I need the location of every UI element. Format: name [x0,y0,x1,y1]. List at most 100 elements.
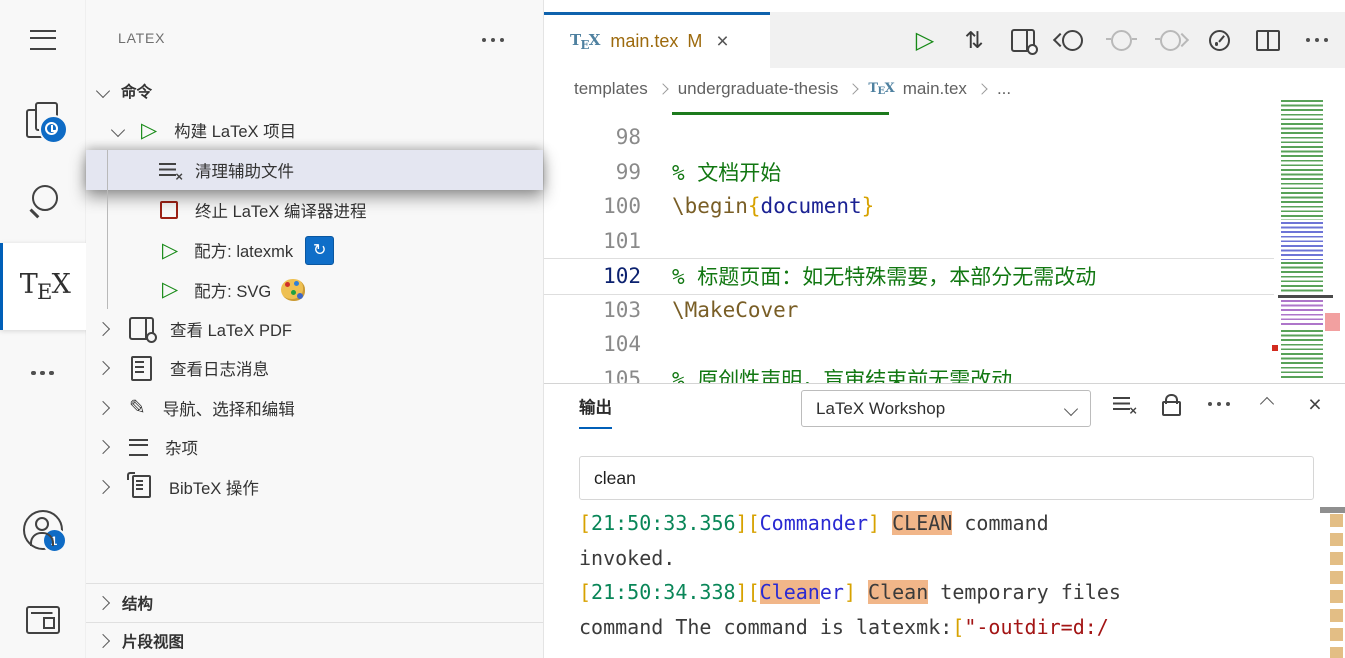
ellipsis-icon [40,371,45,376]
tree-section-commands[interactable]: 命令 [86,76,543,106]
output-channel-value: LaTeX Workshop [816,399,945,419]
tab-modified-badge: M [687,31,702,52]
play-icon: ▷ [162,240,178,261]
tree-item-view-latex-pdf[interactable]: 查看 LaTeX PDF [86,309,543,348]
sidebar-title: LATEX [118,30,165,46]
back-button[interactable] [1060,28,1084,52]
chevron-right-icon [96,400,110,414]
tree-item-build-project[interactable]: ▷ 构建 LaTeX 项目 [86,110,543,150]
clear-output-button[interactable] [1111,392,1135,416]
panel-actions: × [1111,392,1327,416]
editor-group: TEX main.tex M × ▷ ⇅ templates undergrad… [544,0,1345,658]
minimap-code-block [1281,262,1323,292]
chevron-right-icon [96,479,110,493]
more-actions-button[interactable] [1305,28,1329,52]
minimap-red-marker [1272,345,1278,351]
tree-item-bibtex-actions[interactable]: BibTeX 操作 [86,467,543,506]
tree-item-miscellaneous[interactable]: 杂项 [86,427,543,467]
breadcrumb-templates[interactable]: templates [574,79,648,99]
minimap-viewport-indicator[interactable] [1278,295,1333,298]
view-pdf-button[interactable] [1011,28,1035,52]
ellipsis-icon [1315,38,1320,43]
account-button[interactable]: 1 [0,502,85,558]
chevron-right-icon [96,633,110,647]
tree-item-recipe-latexmk[interactable]: ▷ 配方: latexmk ↻ [86,230,543,270]
tab-main-tex[interactable]: TEX main.tex M × [544,12,770,68]
code-line-105: 105% 原创性声明，盲审结束前无需改动 [544,362,1274,384]
tree-item-navigate-select-edit[interactable]: ✎ 导航、选择和编辑 [86,388,543,427]
minimap[interactable] [1278,100,1333,383]
code-line-102-current: 102% 标题页面：如无特殊需要，本部分无需改动 [544,258,1274,295]
unlock-icon [1162,401,1181,416]
menu-button[interactable] [0,12,85,68]
synctex-compare-button[interactable]: ⇅ [962,28,986,52]
chevron-down-icon [1064,401,1078,415]
code-line-101: 101 [544,224,1274,259]
log-line: invoked. [579,541,675,576]
chevron-up-icon [1260,397,1274,411]
more-views-button[interactable] [0,345,85,401]
breadcrumb-separator [657,83,668,94]
tree-item-view-log[interactable]: 查看日志消息 [86,348,543,388]
panel-overview-ruler [1327,506,1345,658]
close-panel-button[interactable]: × [1303,392,1327,416]
code-line-100: 100\begin{document} [544,189,1274,224]
vscode-window: TEX 1 LATEX 命令 ▷ 构建 LaTeX 项目 清理辅助文件 [0,0,1345,658]
breadcrumb-undergraduate-thesis[interactable]: undergraduate-thesis [678,79,839,99]
breadcrumb: templates undergraduate-thesis TEX main.… [544,68,1345,110]
tab-bar: TEX main.tex M × ▷ ⇅ [544,12,1345,68]
build-play-button[interactable]: ▷ [913,28,937,52]
chevron-right-icon [96,440,110,454]
back-faded-icon [1111,30,1132,51]
tex-file-icon: TEX [570,31,600,51]
pencil-icon: ✎ [129,398,146,418]
minimap-code-block [1281,100,1323,220]
output-channel-select[interactable]: LaTeX Workshop [801,390,1091,427]
sidebar-item-latex-workshop[interactable]: TEX [0,243,88,330]
tree-item-kill-compiler[interactable]: 终止 LaTeX 编译器进程 [86,190,543,230]
chevron-right-icon [96,321,110,335]
sidebar-more-actions[interactable] [483,34,503,46]
explorer-files-icon [26,102,60,138]
search-button[interactable] [0,172,85,228]
clear-all-icon [1113,396,1133,413]
output-log: ) [21:50:33.356][Commander] CLEAN comman… [579,506,1319,658]
explorer-button[interactable] [0,92,85,148]
play-icon: ▷ [162,279,178,300]
account-icon: 1 [23,510,63,550]
chevron-down-icon [96,84,110,98]
unlock-scroll-button[interactable] [1159,392,1183,416]
tree-item-recipe-svg[interactable]: ▷ 配方: SVG [86,270,543,309]
split-editor-button[interactable] [1256,28,1280,52]
maximize-panel-button[interactable] [1255,392,1279,416]
breadcrumb-main-tex[interactable]: main.tex [903,79,967,99]
tree-item-clean-aux-files[interactable]: 清理辅助文件 [86,150,543,190]
tab-output[interactable]: 输出 [579,394,612,429]
tree-section-structure[interactable]: 结构 [86,584,543,622]
editor-actions: ▷ ⇅ [913,12,1329,68]
chevron-right-icon [96,361,110,375]
split-icon [1256,30,1280,51]
forward-disabled-button[interactable] [1158,28,1182,52]
breadcrumb-more[interactable]: ... [997,79,1011,99]
breadcrumb-separator [848,83,859,94]
palette-icon [281,279,305,301]
ellipsis-icon [1217,402,1222,407]
tex-logo: TEX [20,269,72,303]
run-or-debug-button[interactable] [1207,28,1231,52]
output-panel: 输出 LaTeX Workshop × ) [21:50:33.356][Com… [544,383,1345,658]
account-badge: 1 [42,528,67,553]
tree-section-snippet-view[interactable]: 片段视图 [86,623,543,658]
tab-filename: main.tex [610,31,678,52]
tab-close-icon[interactable]: × [716,31,728,52]
panel-more-actions-button[interactable] [1207,392,1231,416]
log-line: command The command is latexmk:["-outdir… [579,610,1109,645]
back-disabled-button[interactable] [1109,28,1133,52]
sync-badge-icon: ↻ [305,236,334,265]
manage-button[interactable] [0,592,85,648]
code-line-104: 104 [544,327,1274,362]
code-editor[interactable]: 98 99% 文档开始 100\begin{document} 101 102%… [544,110,1274,383]
output-filter-input[interactable] [579,456,1314,500]
code-line-99: 99% 文档开始 [544,155,1274,190]
tex-file-icon: TEX [868,81,894,98]
